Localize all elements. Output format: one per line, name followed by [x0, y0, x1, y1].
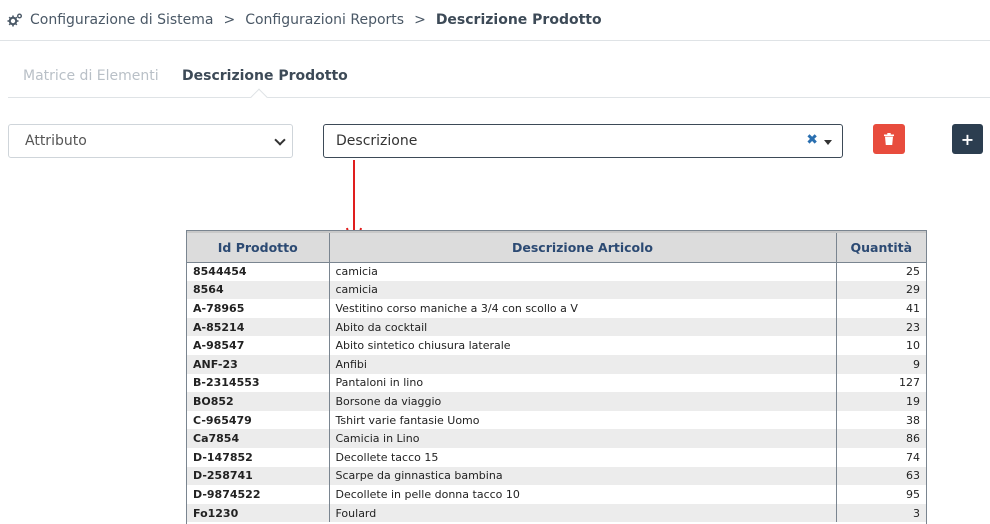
- breadcrumb-separator: >: [223, 12, 236, 28]
- cell-quantita: 38: [906, 413, 920, 427]
- cell-quantita: 25: [906, 265, 920, 279]
- breadcrumb: Configurazione di Sistema > Configurazio…: [0, 0, 990, 41]
- table-row[interactable]: D-147852 Decollete tacco 15 74: [187, 447, 926, 467]
- cell-quantita: 63: [836, 466, 926, 486]
- trash-icon: [884, 133, 894, 145]
- cell-descrizione: Borsone da viaggio: [329, 392, 837, 411]
- breadcrumb-separator: >: [414, 12, 426, 28]
- cell-descrizione: Tshirt varie fantasie Uomo: [329, 410, 837, 430]
- tab-descrizione-prodotto[interactable]: Descrizione Prodotto: [182, 68, 348, 84]
- gears-icon: [7, 13, 22, 27]
- cell-id-prodotto: A-78965: [187, 299, 330, 318]
- cell-quantita: 127: [899, 376, 920, 390]
- table-header-row: Id Prodotto Descrizione Articolo Quantit…: [187, 231, 926, 263]
- cell-descrizione: camicia: [329, 262, 837, 281]
- table-row[interactable]: Ca7854 Camicia in Lino 86: [187, 429, 926, 448]
- cell-id-prodotto: B-2314553: [187, 373, 330, 393]
- chevron-down-icon: [274, 134, 286, 146]
- cell-id-prodotto: D-9874522: [187, 485, 330, 504]
- table-row[interactable]: A-85214 Abito da cocktail 23: [187, 317, 926, 337]
- tab-bar: Matrice di Elementi Descrizione Prodotto: [8, 58, 990, 106]
- column-header-id[interactable]: Id Prodotto: [187, 231, 330, 263]
- attribute-select-value: Attributo: [25, 133, 87, 149]
- table-row[interactable]: 8564 camicia 29: [187, 280, 926, 300]
- column-header-quantita[interactable]: Quantità: [836, 231, 926, 263]
- report-table: Id Prodotto Descrizione Articolo Quantit…: [186, 230, 927, 524]
- cell-id-prodotto: ANF-23: [187, 354, 330, 374]
- cell-descrizione: Foulard: [329, 503, 837, 523]
- table-row[interactable]: B-2314553 Pantaloni in lino 127: [187, 373, 926, 393]
- cell-id-prodotto: D-258741: [187, 466, 330, 486]
- cell-quantita: 23: [836, 317, 926, 337]
- cell-descrizione: Abito da cocktail: [329, 317, 837, 337]
- caret-down-icon: [824, 140, 832, 145]
- cell-id-prodotto: C-965479: [187, 410, 330, 430]
- attribute-select[interactable]: Attributo: [8, 124, 293, 158]
- cell-id-prodotto: 8564: [187, 280, 330, 300]
- column-header-descrizione[interactable]: Descrizione Articolo: [329, 231, 837, 263]
- cell-descrizione: Pantaloni in lino: [329, 373, 837, 393]
- cell-id-prodotto: 8544454: [187, 262, 330, 281]
- cell-id-prodotto: BO852: [187, 392, 330, 411]
- breadcrumb-current: Descrizione Prodotto: [435, 12, 602, 28]
- table-row[interactable]: C-965479 Tshirt varie fantasie Uomo 38: [187, 410, 926, 430]
- cell-quantita: 19: [836, 392, 926, 411]
- cell-quantita: 9: [836, 354, 926, 374]
- table-row[interactable]: A-98547 Abito sintetico chiusura laterale…: [187, 336, 926, 355]
- table-row[interactable]: BO852 Borsone da viaggio 19: [187, 392, 926, 411]
- cell-descrizione: Scarpe da ginnastica bambina: [329, 466, 837, 486]
- table-row[interactable]: D-258741 Scarpe da ginnastica bambina 63: [187, 466, 926, 486]
- table-row[interactable]: Fo1230 Foulard 3: [187, 503, 926, 523]
- cell-quantita: 29: [836, 280, 926, 300]
- cell-descrizione: Decollete in pelle donna tacco 10: [329, 485, 837, 504]
- add-button[interactable]: +: [952, 124, 983, 154]
- table-row[interactable]: ANF-23 Anfibi 9: [187, 354, 926, 374]
- active-tab-caret: [250, 88, 268, 106]
- cell-descrizione: Anfibi: [329, 354, 837, 374]
- tab-matrice-elementi[interactable]: Matrice di Elementi: [23, 68, 159, 84]
- cell-quantita: 86: [836, 429, 926, 448]
- cell-descrizione: Camicia in Lino: [329, 429, 837, 448]
- cell-id-prodotto: Ca7854: [187, 429, 330, 448]
- table-row[interactable]: D-9874522 Decollete in pelle donna tacco …: [187, 485, 926, 504]
- cell-quantita: 74: [906, 450, 920, 464]
- cell-quantita: 95: [906, 487, 920, 501]
- table-row[interactable]: A-78965 Vestitino corso maniche a 3/4 con…: [187, 299, 926, 318]
- breadcrumb-item-configurazioni-reports[interactable]: Configurazioni Reports: [245, 12, 404, 28]
- cell-quantita: 3: [836, 503, 926, 523]
- table-row[interactable]: 8544454 camicia 25: [187, 262, 926, 281]
- plus-icon: +: [960, 129, 975, 149]
- clear-selection-icon[interactable]: ✖: [806, 132, 818, 148]
- cell-descrizione: camicia: [329, 280, 837, 300]
- description-select-value: Descrizione: [336, 133, 418, 149]
- cell-descrizione: Vestitino corso maniche a 3/4 con scollo…: [329, 299, 837, 318]
- cell-descrizione: Decollete tacco 15: [329, 447, 837, 467]
- cell-id-prodotto: A-85214: [187, 317, 330, 337]
- delete-button[interactable]: [873, 124, 905, 154]
- breadcrumb-item-configurazione-sistema[interactable]: Configurazione di Sistema: [30, 12, 213, 28]
- cell-id-prodotto: A-98547: [187, 336, 330, 355]
- cell-id-prodotto: Fo1230: [187, 503, 330, 523]
- cell-descrizione: Abito sintetico chiusura laterale: [329, 336, 837, 355]
- cell-quantita: 41: [906, 301, 920, 315]
- cell-quantita: 10: [906, 339, 920, 353]
- description-select[interactable]: Descrizione ✖: [323, 124, 843, 158]
- cell-id-prodotto: D-147852: [187, 447, 330, 467]
